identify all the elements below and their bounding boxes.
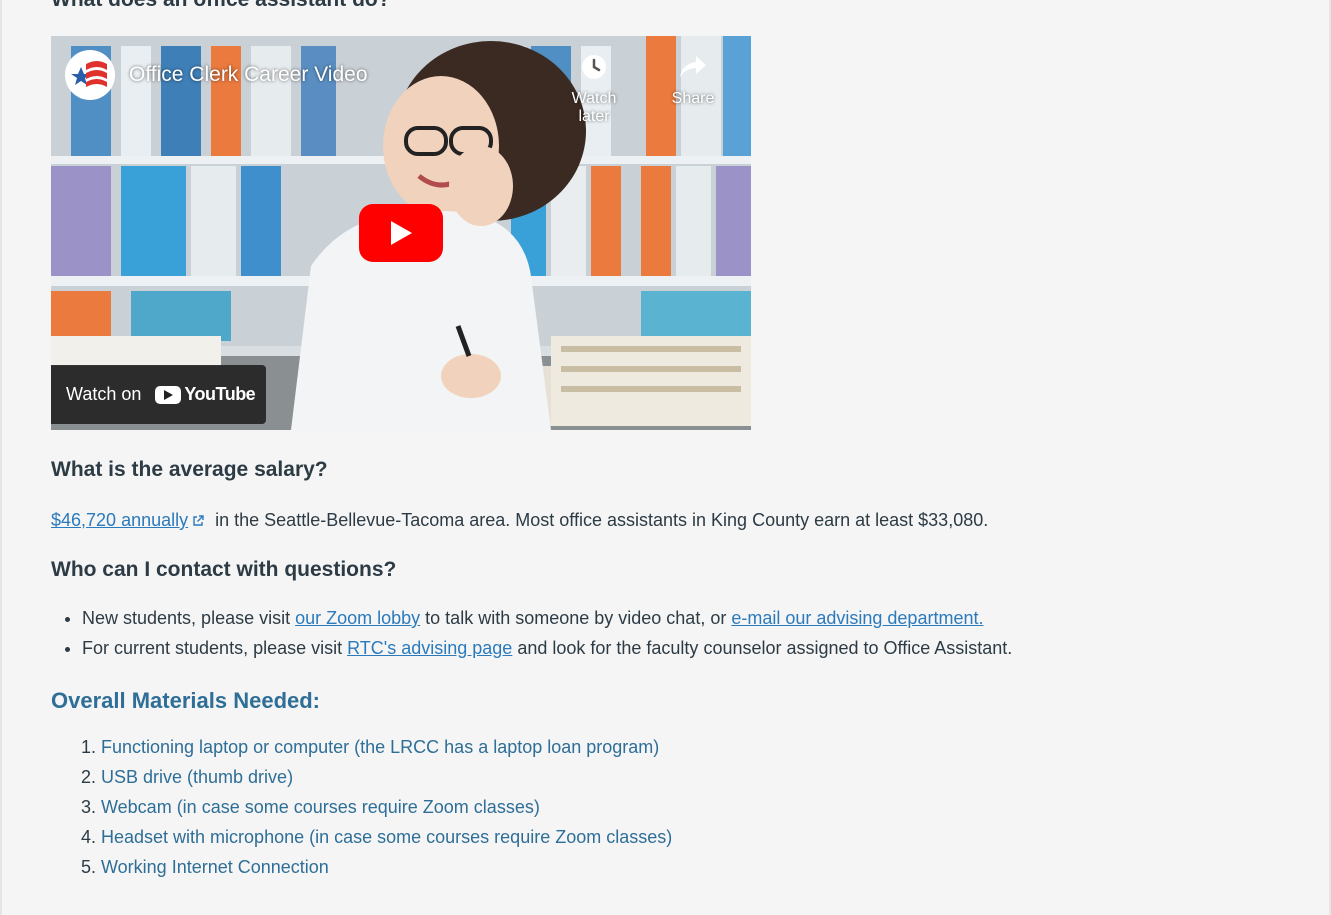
watch-later-label: Watch later <box>571 90 617 125</box>
share-arrow-icon <box>653 52 733 82</box>
share-button[interactable]: Share <box>653 52 733 108</box>
contact-text: and look for the faculty counselor assig… <box>512 638 1013 658</box>
play-icon <box>391 221 412 245</box>
salary-text: in the Seattle-Bellevue-Tacoma area. Mos… <box>210 510 989 530</box>
watch-later-button[interactable]: Watch later <box>554 52 634 126</box>
heading-materials: Overall Materials Needed: <box>51 688 321 713</box>
play-button[interactable] <box>359 204 443 262</box>
rtc-advising-link[interactable]: RTC's advising page <box>347 638 512 658</box>
youtube-video-embed[interactable]: Office Clerk Career Video Watch later Sh… <box>51 36 751 430</box>
video-title[interactable]: Office Clerk Career Video <box>129 63 368 87</box>
list-item: USB drive (thumb drive) <box>101 762 672 792</box>
list-item: Functioning laptop or computer (the LRCC… <box>101 732 672 762</box>
youtube-play-icon <box>155 385 182 404</box>
left-border <box>0 0 2 915</box>
salary-paragraph: $46,720 annually in the Seattle-Bellevue… <box>51 510 988 532</box>
contact-text: For current students, please visit <box>82 638 348 658</box>
contact-list: New students, please visit our Zoom lobb… <box>51 603 1012 663</box>
contact-text: New students, please visit <box>82 608 296 628</box>
channel-logo-icon[interactable] <box>65 50 115 100</box>
list-item: Headset with microphone (in case some co… <box>101 822 672 852</box>
email-advising-link[interactable]: e-mail our advising department. <box>731 608 983 628</box>
watch-on-label: Watch on <box>66 384 142 404</box>
zoom-lobby-link[interactable]: our Zoom lobby <box>295 608 420 628</box>
youtube-logo: YouTube <box>155 384 256 405</box>
clock-icon <box>554 52 634 82</box>
external-link-icon[interactable] <box>192 511 204 532</box>
list-item: Working Internet Connection <box>101 852 672 882</box>
salary-link[interactable]: $46,720 annually <box>51 510 188 530</box>
heading-office-assistant: What does an office assistant do? <box>51 0 391 12</box>
list-item: New students, please visit our Zoom lobb… <box>82 603 1012 633</box>
watch-on-youtube-button[interactable]: Watch on YouTube <box>51 365 266 424</box>
heading-salary: What is the average salary? <box>51 458 328 481</box>
share-label: Share <box>671 90 715 107</box>
heading-contact: Who can I contact with questions? <box>51 558 397 581</box>
youtube-wordmark: YouTube <box>184 384 256 404</box>
materials-list: Functioning laptop or computer (the LRCC… <box>51 732 672 882</box>
video-title-bar: Office Clerk Career Video <box>65 50 368 100</box>
contact-text: to talk with someone by video chat, or <box>420 608 732 628</box>
list-item: Webcam (in case some courses require Zoo… <box>101 792 672 822</box>
list-item: For current students, please visit RTC's… <box>82 633 1012 663</box>
